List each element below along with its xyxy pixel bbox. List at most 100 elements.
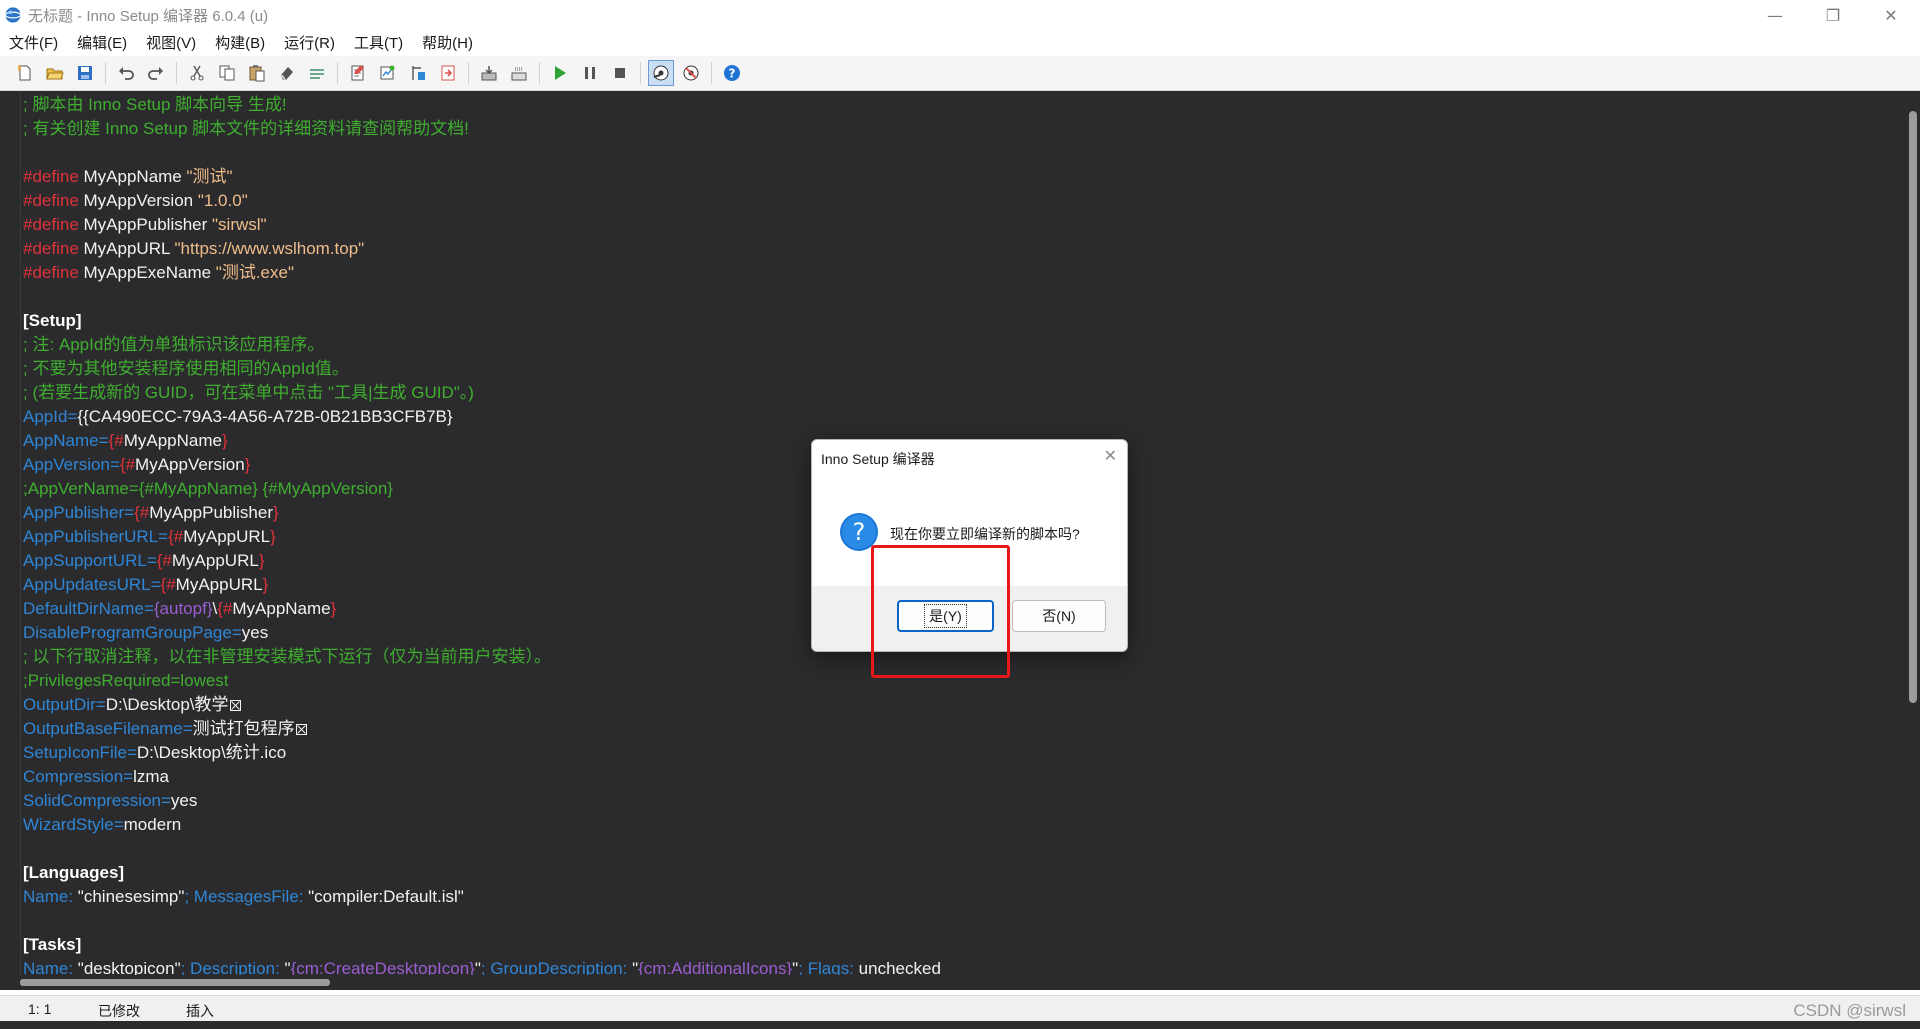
code-token: AppPublisherURL — [23, 527, 159, 546]
editor-gutter[interactable] — [0, 91, 21, 975]
compile-icon[interactable] — [476, 60, 502, 86]
code-line[interactable]: ;AppVerName={#MyAppName} {#MyAppVersion} — [23, 477, 941, 501]
no-button[interactable]: 否(N) — [1012, 600, 1106, 632]
code-line[interactable]: Name: "desktopicon"; Description: "{cm:C… — [23, 957, 941, 975]
code-token: Compression — [23, 767, 124, 786]
undo-icon[interactable] — [113, 60, 139, 86]
horizontal-scrollbar[interactable] — [0, 975, 1905, 990]
watermark: CSDN @sirwsl — [1793, 1001, 1906, 1020]
target-setup-icon[interactable] — [648, 60, 674, 86]
run-icon[interactable] — [547, 60, 573, 86]
redo-icon[interactable] — [143, 60, 169, 86]
code-token: SolidCompression — [23, 791, 161, 810]
replace-icon[interactable] — [375, 60, 401, 86]
code-line[interactable]: Compression=lzma — [23, 765, 941, 789]
pause-icon[interactable] — [577, 60, 603, 86]
code-token: {# — [168, 527, 184, 546]
code-line[interactable]: SolidCompression=yes — [23, 789, 941, 813]
stop-icon[interactable] — [435, 60, 461, 86]
code-line[interactable]: [Languages] — [23, 861, 941, 885]
code-token: "测试" — [186, 167, 233, 186]
code-line[interactable]: AppName={#MyAppName} — [23, 429, 941, 453]
dialog-close-button[interactable]: ✕ — [1104, 446, 1117, 465]
code-line[interactable]: DisableProgramGroupPage=yes — [23, 621, 941, 645]
code-line[interactable]: ; 注: AppId的值为单独标识该应用程序。 — [23, 333, 941, 357]
code-line[interactable]: AppPublisher={#MyAppPublisher} — [23, 501, 941, 525]
save-icon[interactable] — [72, 60, 98, 86]
menu-edit[interactable]: 编辑(E) — [68, 32, 137, 53]
code-token: "测试.exe" — [215, 263, 294, 282]
code-line[interactable] — [23, 141, 941, 165]
code-line[interactable]: ; 以下行取消注释，以在非管理安装模式下运行（仅为当前用户安装）。 — [23, 645, 941, 669]
menu-bar: 文件(F) 编辑(E) 视图(V) 构建(B) 运行(R) 工具(T) 帮助(H… — [0, 30, 1920, 54]
menu-build[interactable]: 构建(B) — [206, 32, 275, 53]
code-line[interactable]: AppUpdatesURL={#MyAppURL} — [23, 573, 941, 597]
code-token: } — [272, 503, 279, 522]
compile-all-icon[interactable] — [506, 60, 532, 86]
code-token: = — [95, 695, 106, 714]
copy-icon[interactable] — [214, 60, 240, 86]
code-token: unchecked — [853, 959, 941, 975]
code-line[interactable]: AppId={{CA490ECC-79A3-4A56-A72B-0B21BB3C… — [23, 405, 941, 429]
code-line[interactable] — [23, 909, 941, 933]
code-token: WizardStyle — [23, 815, 114, 834]
horizontal-scroll-thumb[interactable] — [20, 979, 330, 986]
vertical-scrollbar[interactable] — [1905, 91, 1920, 975]
code-line[interactable]: ; 有关创建 Inno Setup 脚本文件的详细资料请查阅帮助文档! — [23, 117, 941, 141]
code-line[interactable]: OutputDir=D:\Desktop\教学 — [23, 693, 941, 717]
menu-view[interactable]: 视图(V) — [137, 32, 206, 53]
code-line[interactable]: ; 脚本由 Inno Setup 脚本向导 生成! — [23, 93, 941, 117]
code-line[interactable]: OutputBaseFilename=测试打包程序 — [23, 717, 941, 741]
code-token: AppPublisher — [23, 503, 125, 522]
target-uninstall-icon[interactable] — [678, 60, 704, 86]
code-line[interactable]: SetupIconFile=D:\Desktop\统计.ico — [23, 741, 941, 765]
goto-icon[interactable] — [405, 60, 431, 86]
code-line[interactable]: DefaultDirName={autopf}\{#MyAppName} — [23, 597, 941, 621]
menu-help[interactable]: 帮助(H) — [413, 32, 483, 53]
close-window-button[interactable]: ✕ — [1862, 0, 1920, 30]
code-token: 测试打包程序 — [192, 719, 295, 738]
code-line[interactable]: #define MyAppURL "https://www.wslhom.top… — [23, 237, 941, 261]
code-token: = — [146, 551, 157, 570]
code-token: = — [109, 455, 120, 474]
code-token: ; MessagesFile: — [184, 887, 304, 906]
code-line[interactable]: #define MyAppExeName "测试.exe" — [23, 261, 941, 285]
menu-tools[interactable]: 工具(T) — [345, 32, 413, 53]
taskbar-strip — [0, 1021, 1920, 1029]
restore-button[interactable]: ❐ — [1804, 0, 1862, 30]
code-line[interactable]: [Setup] — [23, 309, 941, 333]
code-line[interactable]: #define MyAppVersion "1.0.0" — [23, 189, 941, 213]
cut-icon[interactable] — [184, 60, 210, 86]
code-line[interactable] — [23, 837, 941, 861]
code-line[interactable]: WizardStyle=modern — [23, 813, 941, 837]
minimize-button[interactable]: — — [1746, 0, 1804, 30]
code-line[interactable]: AppVersion={#MyAppVersion} — [23, 453, 941, 477]
code-line[interactable]: ;PrivilegesRequired=lowest — [23, 669, 941, 693]
code-line[interactable]: AppSupportURL={#MyAppURL} — [23, 549, 941, 573]
code-line[interactable]: Name: "chinesesimp"; MessagesFile: "comp… — [23, 885, 941, 909]
svg-text:?: ? — [729, 67, 736, 81]
menu-run[interactable]: 运行(R) — [275, 32, 345, 53]
code-line[interactable]: #define MyAppName "测试" — [23, 165, 941, 189]
code-token: = — [126, 743, 137, 762]
toolbar-separator — [105, 62, 106, 84]
help-icon[interactable]: ? — [719, 60, 745, 86]
stop-run-icon[interactable] — [607, 60, 633, 86]
script-code[interactable]: ; 脚本由 Inno Setup 脚本向导 生成! ; 有关创建 Inno Set… — [23, 93, 941, 975]
open-file-icon[interactable] — [42, 60, 68, 86]
svg-text:?: ? — [853, 518, 866, 546]
code-line[interactable]: ; 不要为其他安装程序使用相同的AppId值。 — [23, 357, 941, 381]
find-icon[interactable] — [304, 60, 330, 86]
find-in-files-icon[interactable] — [345, 60, 371, 86]
erase-icon[interactable] — [274, 60, 300, 86]
paste-icon[interactable] — [244, 60, 270, 86]
code-token: {# — [134, 503, 150, 522]
code-line[interactable]: [Tasks] — [23, 933, 941, 957]
code-line[interactable] — [23, 285, 941, 309]
code-line[interactable]: AppPublisherURL={#MyAppURL} — [23, 525, 941, 549]
code-line[interactable]: ; (若要生成新的 GUID，可在菜单中点击 "工具|生成 GUID"。) — [23, 381, 941, 405]
code-line[interactable]: #define MyAppPublisher "sirwsl" — [23, 213, 941, 237]
new-file-icon[interactable] — [12, 60, 38, 86]
vertical-scroll-thumb[interactable] — [1909, 111, 1917, 703]
menu-file[interactable]: 文件(F) — [0, 32, 68, 53]
